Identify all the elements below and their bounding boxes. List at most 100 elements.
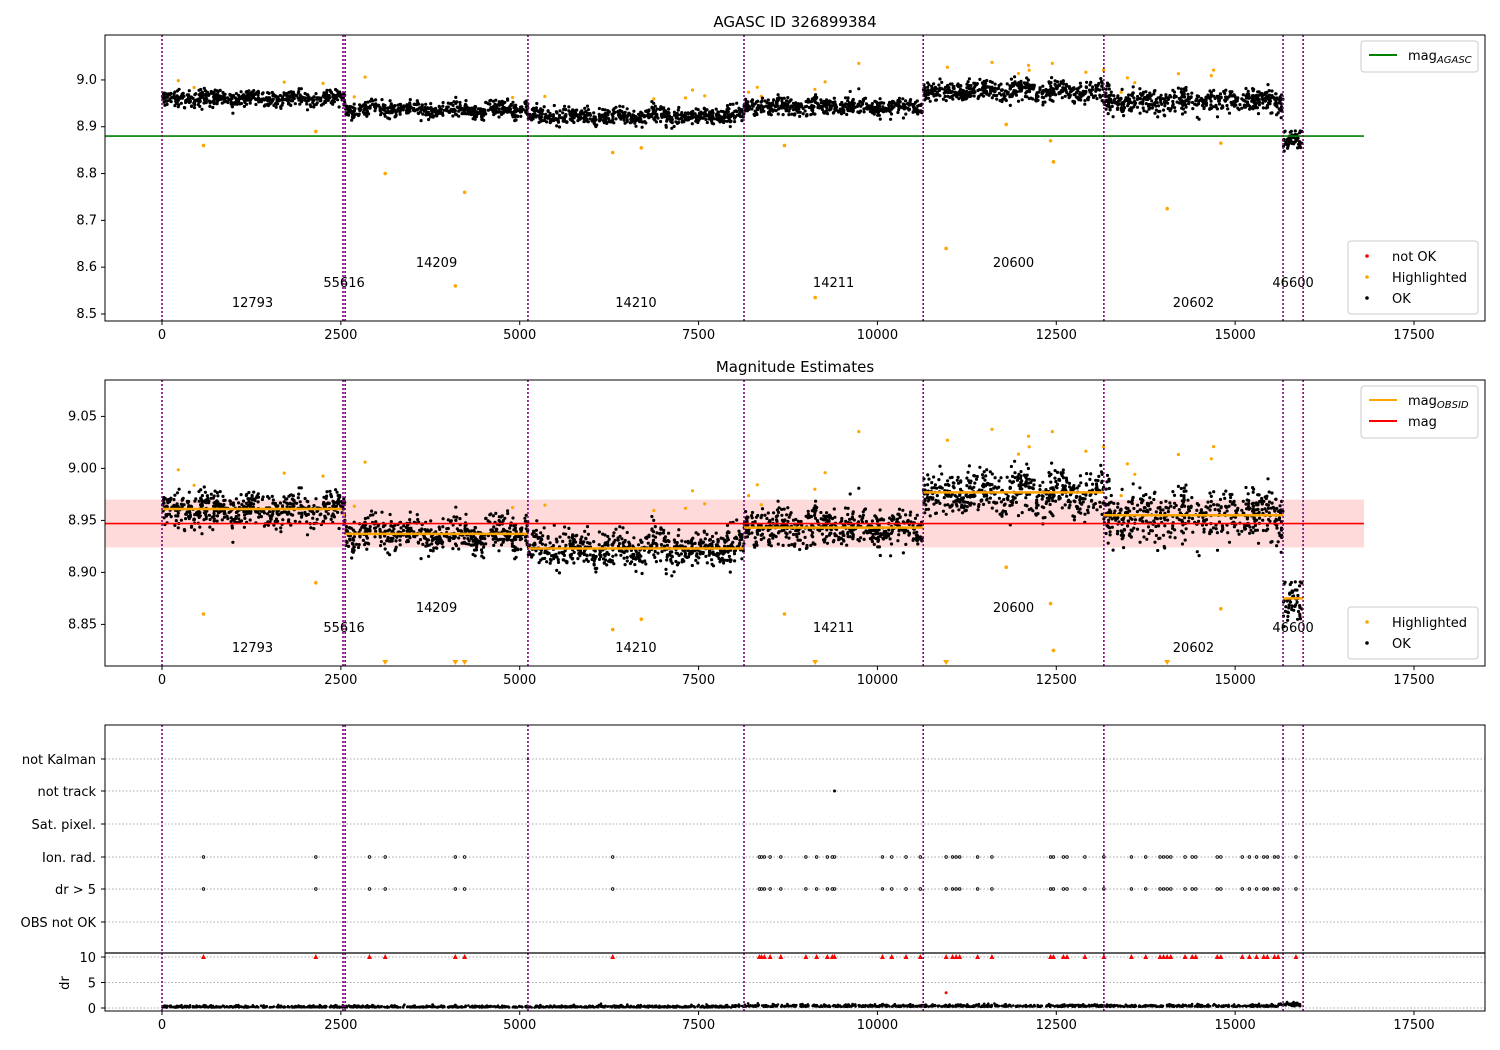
ok-point (1073, 93, 1077, 97)
ok-point (464, 103, 468, 107)
ok-point (690, 541, 694, 546)
ok-point (486, 519, 490, 523)
ok-point (979, 93, 983, 97)
ok-point (1225, 103, 1229, 108)
ok-point (380, 510, 384, 514)
ok-point (959, 84, 963, 88)
ok-point (938, 77, 942, 81)
ok-point (924, 96, 928, 100)
ok-point (680, 119, 685, 123)
y-tick-label: 8.9 (76, 120, 97, 135)
ok-point (648, 544, 652, 548)
ok-point (665, 558, 669, 562)
ok-point (1164, 99, 1168, 103)
ok-point (543, 556, 547, 561)
ok-point (997, 86, 1001, 90)
ok-point (904, 112, 908, 116)
ok-point (259, 515, 263, 519)
ok-point (1049, 84, 1053, 88)
ok-point (303, 91, 307, 96)
ok-point (723, 119, 727, 123)
ok-point (654, 560, 659, 564)
ok-point (482, 542, 486, 547)
ok-point (625, 559, 629, 563)
ok-point (610, 560, 614, 564)
ok-point (1158, 95, 1162, 100)
ok-point (285, 95, 289, 99)
ok-point (315, 101, 319, 105)
ok-point (602, 120, 607, 124)
ok-point (677, 120, 681, 125)
ok-point (726, 116, 730, 120)
ok-point (1251, 87, 1255, 91)
ok-point (506, 97, 510, 101)
ok-point (379, 111, 383, 115)
ok-point (1157, 109, 1161, 114)
ok-point (212, 504, 216, 508)
ok-point (483, 108, 487, 112)
ok-point (1296, 142, 1301, 146)
ok-point (1180, 112, 1185, 116)
ok-point (787, 113, 791, 117)
ok-point (646, 541, 650, 545)
ok-point (437, 534, 441, 539)
ok-point (538, 536, 542, 540)
ok-point (246, 503, 250, 507)
ok-point (1063, 94, 1067, 98)
ok-point (365, 547, 369, 551)
ok-point (827, 99, 832, 103)
ok-point (611, 117, 615, 122)
ok-point (1173, 109, 1177, 113)
ok-point (1047, 92, 1051, 97)
ok-point (199, 87, 203, 92)
ok-point (281, 504, 285, 508)
ok-point (180, 92, 185, 96)
highlighted-point (683, 506, 688, 510)
ok-point (398, 102, 403, 106)
ok-point (887, 103, 891, 107)
highlighted-point (510, 95, 515, 100)
ok-point (282, 91, 286, 95)
ok-point (212, 494, 216, 498)
ok-point (329, 91, 334, 95)
ok-point (405, 529, 409, 533)
ok-point (297, 98, 301, 102)
ok-point (308, 103, 312, 107)
ok-point (632, 555, 637, 559)
ok-point (881, 109, 885, 113)
ok-point (177, 487, 181, 491)
ok-point (571, 111, 576, 115)
ok-point (204, 510, 208, 514)
ok-point (1191, 107, 1195, 111)
ok-point (1172, 95, 1176, 100)
ok-point (833, 100, 837, 104)
ok-point (955, 95, 959, 99)
ok-point (460, 541, 464, 545)
ok-point (212, 90, 216, 94)
ok-point (917, 103, 921, 107)
ok-point (324, 509, 328, 513)
ok-point (1223, 91, 1227, 95)
ok-point (1184, 105, 1188, 109)
ok-point (1064, 82, 1068, 86)
ok-point (561, 111, 565, 115)
ok-point (1099, 77, 1103, 81)
ok-point (740, 557, 744, 561)
ok-point (977, 88, 982, 92)
ok-point (911, 110, 915, 114)
ok-point (503, 516, 507, 520)
ok-point (471, 543, 475, 547)
ok-point (1005, 82, 1009, 86)
ok-point (176, 99, 180, 103)
ok-point (582, 120, 586, 124)
highlighted-point (543, 503, 547, 507)
ok-point (1146, 97, 1150, 102)
ok-point (327, 501, 331, 505)
ok-point (681, 115, 685, 119)
ok-point (458, 100, 462, 105)
ok-point (482, 112, 486, 116)
ok-point (285, 497, 289, 501)
ok-point (607, 117, 611, 121)
ok-point (457, 536, 461, 540)
highlighted-point (314, 129, 318, 134)
